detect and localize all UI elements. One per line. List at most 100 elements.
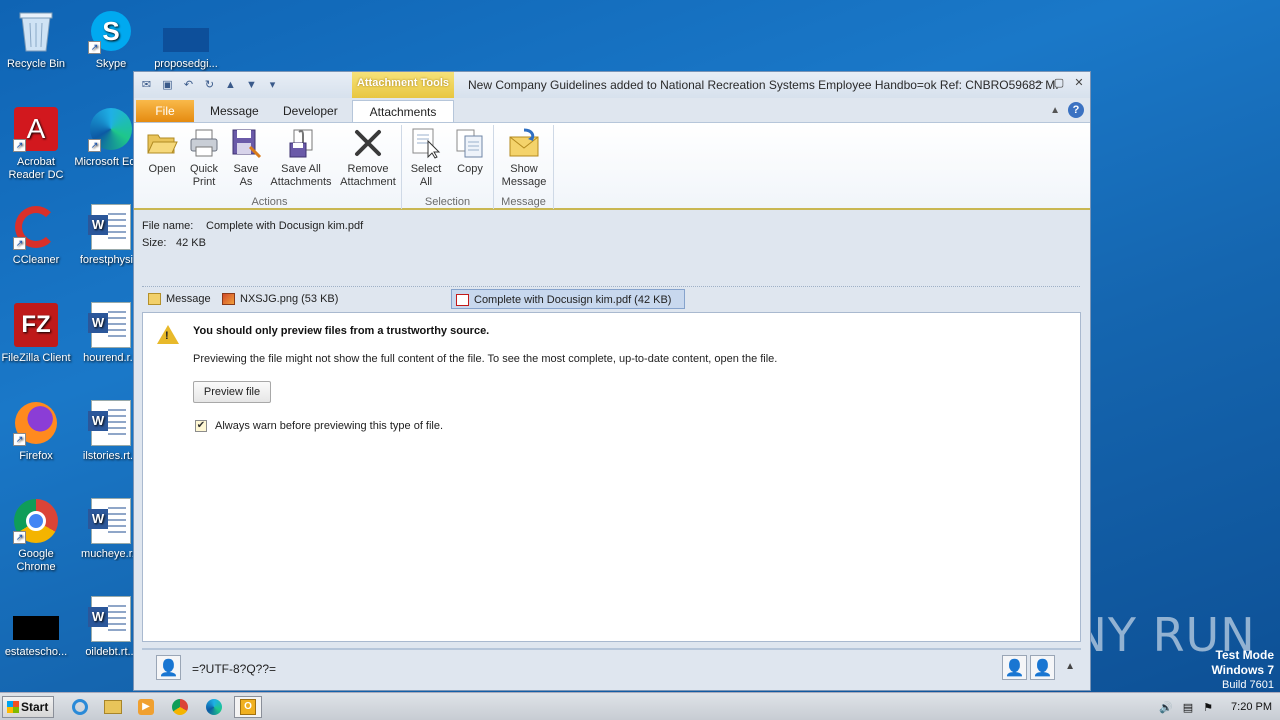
minimize-icon[interactable]: ─ xyxy=(1032,76,1046,90)
volume-icon[interactable]: 🔊 xyxy=(1159,701,1173,714)
windows-logo-icon xyxy=(7,701,19,713)
remove-label-1: Remove xyxy=(347,163,389,175)
sender-name[interactable]: =?UTF-8?Q??= xyxy=(192,662,276,676)
desktop-icon-filezilla[interactable]: FZ FileZilla Client xyxy=(0,302,74,365)
tab-message[interactable]: Message xyxy=(198,100,271,122)
select-all-button[interactable]: Select All xyxy=(406,127,446,189)
taskbar-ie-icon[interactable] xyxy=(66,696,94,718)
save-as-label-2: As xyxy=(239,176,253,188)
group-actions: Open Quick Print Save As Save All Attach… xyxy=(138,125,402,209)
desktop-icon-ccleaner[interactable]: ↗ CCleaner xyxy=(0,204,74,267)
desktop-icon-recycle-bin[interactable]: Recycle Bin xyxy=(0,8,74,71)
clock[interactable]: 7:20 PM xyxy=(1231,701,1272,713)
maximize-icon[interactable]: ▢ xyxy=(1052,76,1066,90)
tab-developer[interactable]: Developer xyxy=(271,100,350,122)
test-mode-label: Test Mode xyxy=(1215,648,1274,662)
remove-label-2: Attachment xyxy=(340,176,396,188)
next-item-icon[interactable]: ▼ xyxy=(243,77,260,93)
previous-item-icon[interactable]: ▲ xyxy=(222,77,239,93)
save-icon[interactable]: ▣ xyxy=(159,77,176,93)
quick-print-label-2: Print xyxy=(192,176,216,188)
always-warn-checkbox[interactable]: ✔ xyxy=(195,420,207,432)
desktop-icon-chrome[interactable]: ↗ Google Chrome xyxy=(0,498,74,574)
outlook-message-window: ✉ ▣ ↶ ↻ ▲ ▼ ▾ Attachment Tools New Compa… xyxy=(133,71,1091,691)
desktop-icon-estatescho[interactable]: estatescho... xyxy=(0,596,74,659)
show-message-label-2: Message xyxy=(501,176,547,188)
always-warn-label: Always warn before previewing this type … xyxy=(215,420,444,432)
taskbar-outlook-icon[interactable]: O xyxy=(234,696,262,718)
taskbar: Start ▶ O 🔊 ▤ ⚑ 7:20 PM xyxy=(0,692,1280,720)
message-group-label: Message xyxy=(501,196,546,208)
contact-avatar-icon[interactable]: 👤 xyxy=(1002,655,1027,680)
action-center-flag-icon[interactable]: ⚑ xyxy=(1203,701,1213,714)
recycle-bin-icon xyxy=(13,8,59,54)
attachment-message[interactable]: Message xyxy=(144,289,216,309)
desktop-icon-firefox[interactable]: ↗ Firefox xyxy=(0,400,74,463)
open-button[interactable]: Open xyxy=(142,127,182,176)
edge-icon: ↗ xyxy=(88,106,134,152)
system-tray: 🔊 ▤ ⚑ 7:20 PM xyxy=(1159,693,1272,720)
word-document-icon: W xyxy=(88,400,134,446)
os-label: Windows 7 xyxy=(1211,663,1274,677)
attachment-message-label: Message xyxy=(166,293,211,305)
window-controls: ─ ▢ ✕ xyxy=(1032,76,1086,90)
mail-icon: ✉ xyxy=(141,79,152,91)
tab-attachments[interactable]: Attachments xyxy=(352,100,454,122)
collapse-ribbon-icon[interactable]: ▲ xyxy=(1050,105,1060,116)
preview-file-button[interactable]: Preview file xyxy=(193,381,271,403)
remove-attachment-button[interactable]: Remove Attachment xyxy=(336,127,400,189)
save-all-label-2: Attachments xyxy=(270,176,332,188)
pdf-file-icon xyxy=(456,294,469,306)
attachment-separator xyxy=(142,286,1080,287)
taskbar-explorer-icon[interactable] xyxy=(99,696,127,718)
attachment-preview-pane: ! You should only preview files from a t… xyxy=(142,312,1081,642)
acrobat-icon: A ↗ xyxy=(13,106,59,152)
redo-icon[interactable]: ↻ xyxy=(201,77,218,93)
close-icon[interactable]: ✕ xyxy=(1072,76,1086,90)
firefox-icon: ↗ xyxy=(13,400,59,446)
customize-toolbar-icon[interactable]: ▾ xyxy=(264,77,281,93)
taskbar-chrome-icon[interactable] xyxy=(166,696,194,718)
contact-avatar-icon[interactable]: 👤 xyxy=(1030,655,1055,680)
copy-button[interactable]: Copy xyxy=(450,127,490,176)
folder-open-icon xyxy=(146,127,178,159)
attachment-png[interactable]: NXSJG.png (53 KB) xyxy=(218,289,368,309)
taskbar-media-player-icon[interactable]: ▶ xyxy=(132,696,160,718)
help-icon[interactable]: ? xyxy=(1068,102,1084,118)
file-name-key: File name: xyxy=(142,220,194,232)
ccleaner-icon: ↗ xyxy=(13,204,59,250)
ribbon: Open Quick Print Save As Save All Attach… xyxy=(134,122,1090,210)
filezilla-icon: FZ xyxy=(13,302,59,348)
save-as-icon xyxy=(230,127,262,159)
file-size-value: 42 KB xyxy=(176,237,206,249)
always-warn-option[interactable]: ✔ Always warn before previewing this typ… xyxy=(195,420,443,432)
remove-x-icon xyxy=(352,127,384,159)
warning-icon: ! xyxy=(157,325,179,344)
attachment-pdf[interactable]: Complete with Docusign kim.pdf (42 KB) xyxy=(451,289,685,309)
quick-print-button[interactable]: Quick Print xyxy=(184,127,224,189)
expand-people-pane-icon[interactable]: ▲ xyxy=(1065,661,1075,672)
file-icon xyxy=(13,596,59,642)
desktop-icon-acrobat[interactable]: A ↗ Acrobat Reader DC xyxy=(0,106,74,182)
desktop-icon-proposedgi[interactable]: proposedgi... xyxy=(148,8,224,71)
tab-file[interactable]: File xyxy=(136,100,194,122)
skype-icon: S ↗ xyxy=(88,8,134,54)
undo-icon[interactable]: ↶ xyxy=(180,77,197,93)
group-selection: Select All Copy Selection xyxy=(402,125,494,209)
taskbar-edge-icon[interactable] xyxy=(200,696,228,718)
actions-group-label: Actions xyxy=(251,196,288,208)
envelope-icon xyxy=(508,127,540,159)
save-all-attachments-button[interactable]: Save All Attachments xyxy=(268,127,334,189)
start-label: Start xyxy=(21,700,49,714)
save-as-button[interactable]: Save As xyxy=(226,127,266,189)
network-icon[interactable]: ▤ xyxy=(1183,701,1193,714)
select-all-label-1: Select xyxy=(410,163,442,175)
show-message-label-1: Show xyxy=(510,163,538,175)
attachment-strip: Message NXSJG.png (53 KB) Complete with … xyxy=(142,288,1080,310)
quick-print-label-1: Quick xyxy=(189,163,219,175)
start-button[interactable]: Start xyxy=(2,696,54,718)
chrome-icon: ↗ xyxy=(13,498,59,544)
show-message-button[interactable]: Show Message xyxy=(496,127,552,189)
title-bar: ✉ ▣ ↶ ↻ ▲ ▼ ▾ Attachment Tools New Compa… xyxy=(134,72,1090,98)
desktop-icon-skype[interactable]: S ↗ Skype xyxy=(73,8,149,71)
